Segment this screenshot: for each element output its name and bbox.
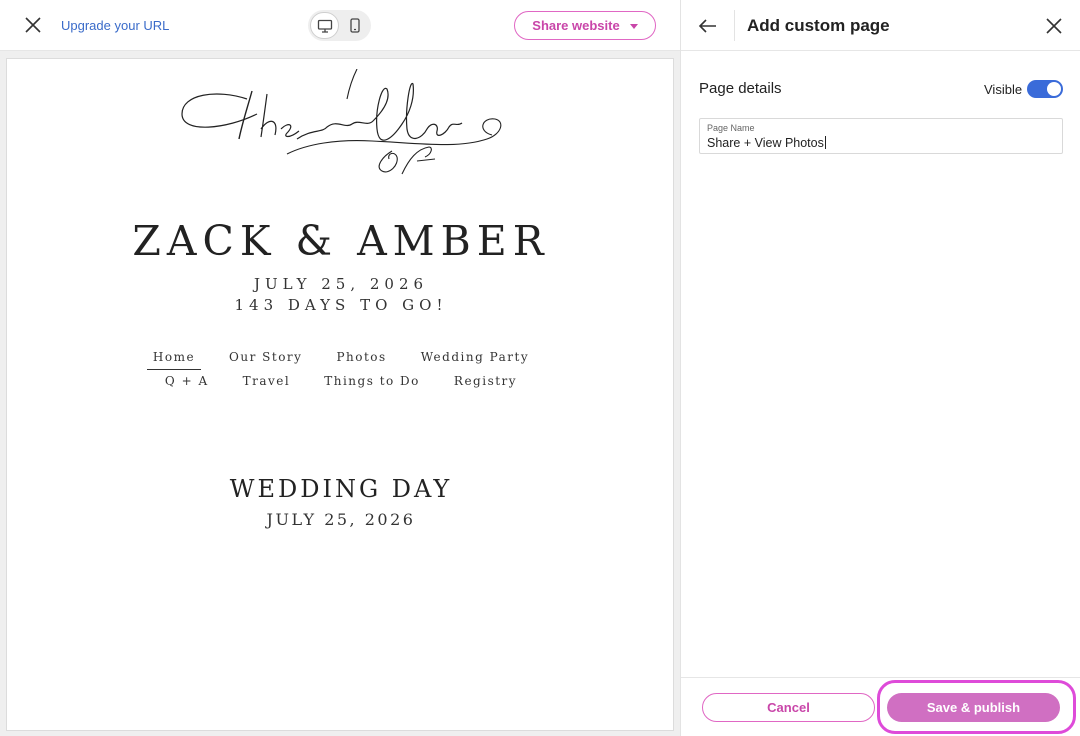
share-website-label: Share website: [532, 18, 620, 33]
share-website-button[interactable]: Share website: [514, 11, 656, 40]
wedding-date: JULY 25, 2026: [253, 275, 429, 293]
mobile-preview-button[interactable]: [340, 12, 369, 39]
mobile-icon: [349, 18, 360, 33]
save-publish-button[interactable]: Save & publish: [887, 693, 1060, 722]
desktop-preview-button[interactable]: [310, 12, 339, 39]
wedding-logo: [181, 69, 502, 175]
nav-item-travel[interactable]: Travel: [237, 374, 297, 393]
nav-item-registry[interactable]: Registry: [448, 374, 523, 393]
nav-item-wedding-party[interactable]: Wedding Party: [415, 350, 535, 370]
caret-down-icon: [629, 23, 638, 29]
close-icon[interactable]: [22, 14, 44, 36]
header-divider: [734, 10, 735, 41]
page-name-input[interactable]: Share + View Photos: [707, 136, 826, 150]
page-details-heading: Page details: [699, 80, 782, 97]
custom-page-panel: Add custom page Page details Visible Pag…: [680, 0, 1080, 736]
page-name-field[interactable]: Page Name Share + View Photos: [699, 118, 1063, 154]
nav-item-our-story[interactable]: Our Story: [223, 350, 308, 370]
site-nav-row-1: Home Our Story Photos Wedding Party: [7, 350, 675, 370]
desktop-icon: [317, 19, 332, 33]
site-nav-row-2: Q + A Travel Things to Do Registry: [7, 374, 675, 393]
device-toggle: [308, 10, 371, 41]
visible-toggle[interactable]: [1027, 80, 1063, 98]
panel-title: Add custom page: [747, 16, 890, 35]
visible-label: Visible: [984, 82, 1023, 97]
cancel-button[interactable]: Cancel: [702, 693, 875, 722]
website-preview: ZACK & AMBER JULY 25, 2026 143 DAYS TO G…: [6, 58, 674, 731]
section-title: WEDDING DAY: [229, 475, 453, 503]
nav-item-photos[interactable]: Photos: [330, 350, 392, 370]
countdown: 143 DAYS TO GO!: [234, 296, 448, 314]
section-date: JULY 25, 2026: [266, 510, 416, 529]
page-name-label: Page Name: [707, 123, 755, 133]
upgrade-url-link[interactable]: Upgrade your URL: [61, 18, 169, 33]
toggle-knob: [1047, 82, 1061, 96]
nav-item-qa[interactable]: Q + A: [159, 374, 215, 393]
panel-header: Add custom page: [681, 0, 1080, 51]
back-arrow-icon[interactable]: [697, 15, 719, 37]
nav-item-home[interactable]: Home: [146, 350, 202, 370]
panel-footer: Cancel Save & publish: [681, 677, 1080, 736]
page-name-value: Share + View Photos: [707, 136, 824, 150]
nav-item-things-to-do[interactable]: Things to Do: [318, 374, 426, 393]
couple-names: ZACK & AMBER: [132, 217, 550, 265]
close-icon[interactable]: [1043, 15, 1065, 37]
text-cursor: [824, 136, 826, 149]
editor-topbar: Upgrade your URL Share website: [0, 0, 680, 51]
